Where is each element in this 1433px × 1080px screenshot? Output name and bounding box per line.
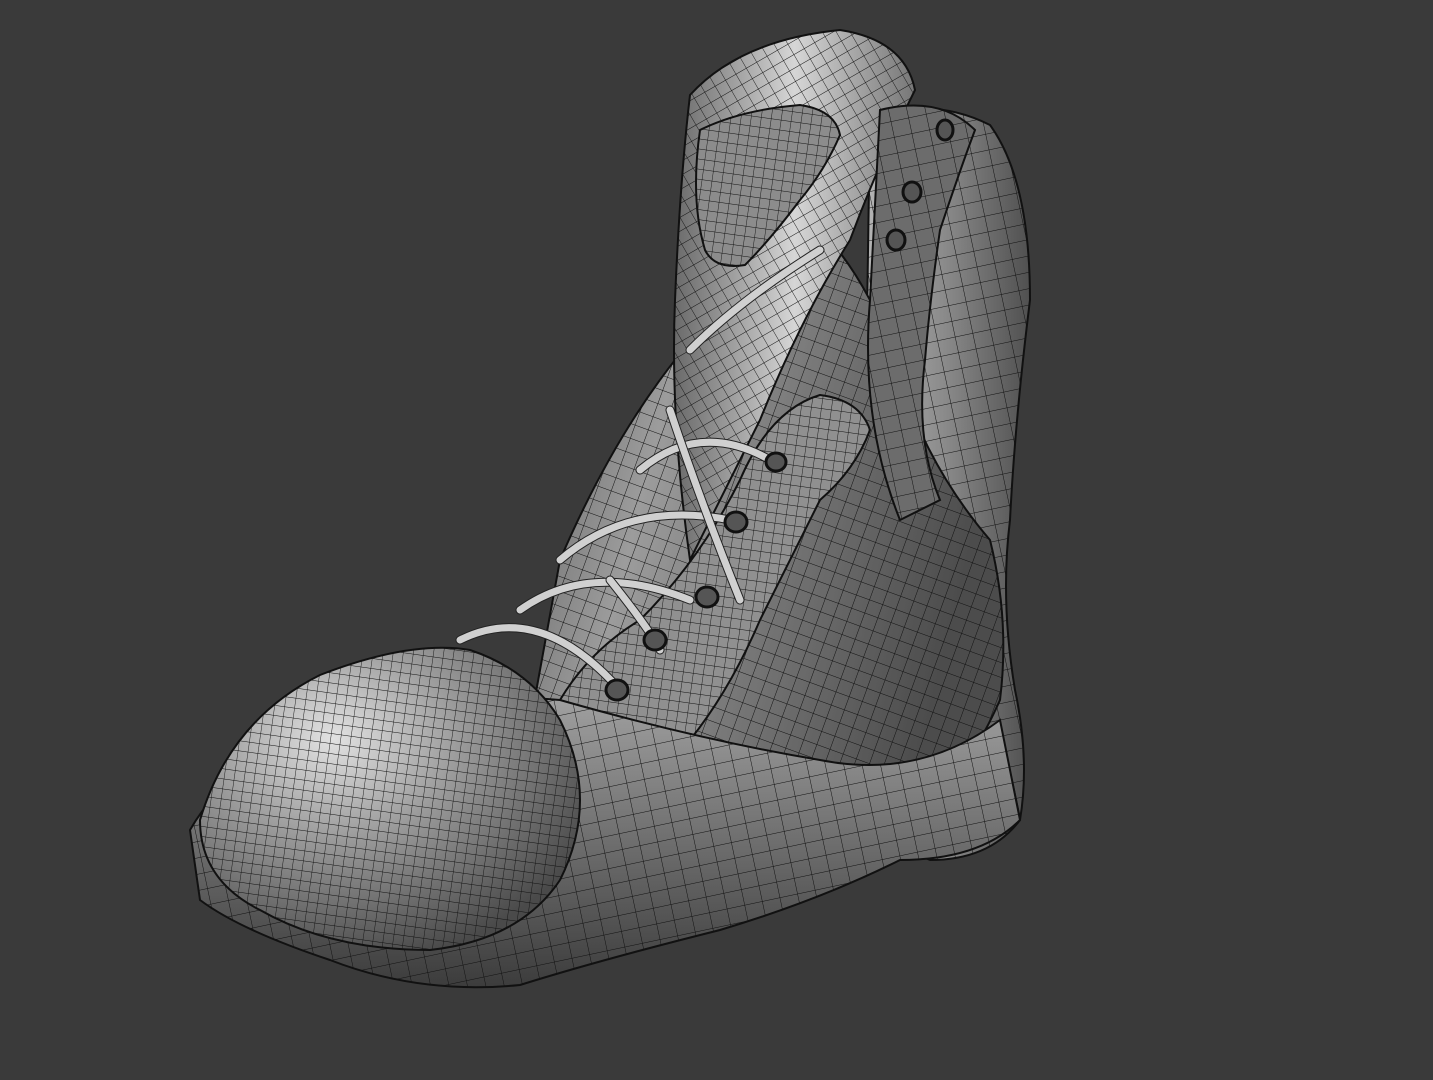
3d-viewport[interactable] [0,0,1433,1080]
eyelet[interactable] [723,510,749,534]
eyelet[interactable] [694,585,720,609]
eyelet[interactable] [901,180,923,204]
eyelet[interactable] [604,678,630,702]
eyelet[interactable] [642,628,668,652]
boot-model[interactable] [0,0,1433,1080]
eyelet[interactable] [764,451,788,473]
toe-cap[interactable] [198,646,581,952]
eyelet[interactable] [885,228,907,252]
eyelet[interactable] [935,118,955,142]
